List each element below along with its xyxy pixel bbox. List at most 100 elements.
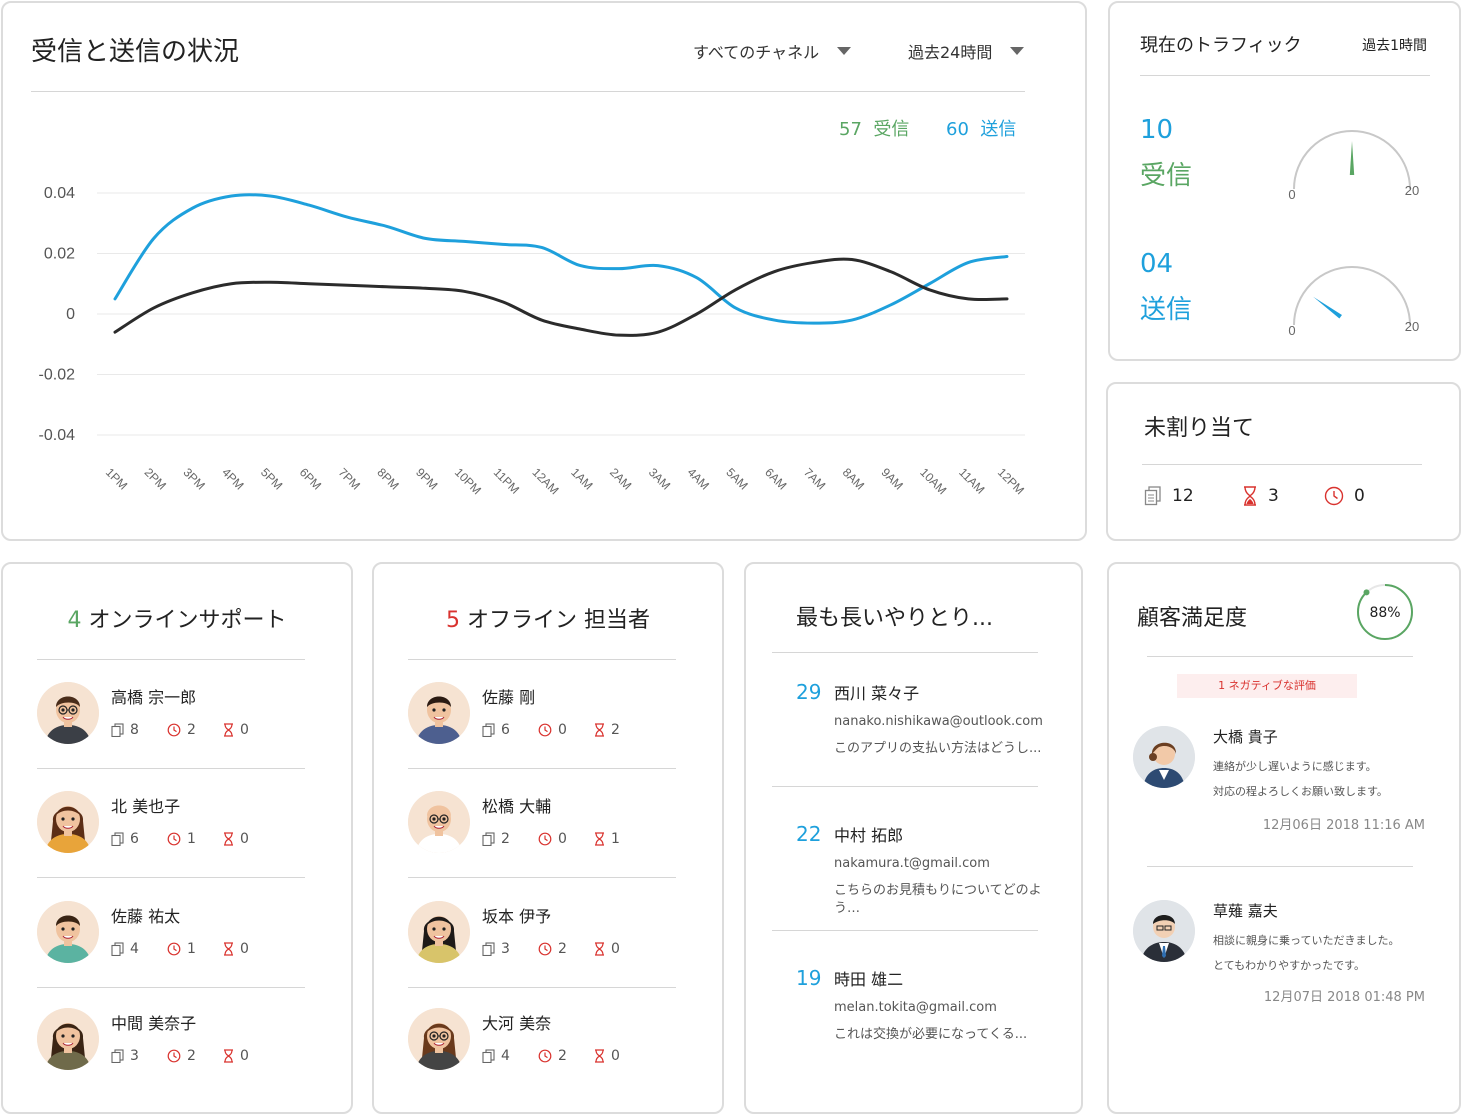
conversation-email: melan.tokita@gmail.com <box>834 1000 997 1015</box>
review-text: 相談に親身に乗っていただきました。 とてもわかりやすかったです。 <box>1213 928 1433 978</box>
hourglass-icon <box>224 1049 233 1063</box>
conversation-count: 22 <box>796 822 822 846</box>
clock-icon <box>167 832 181 846</box>
conversation-item[interactable]: 22 中村 拓郎 nakamura.t@gmail.com こちらのお見積もりに… <box>796 822 1061 932</box>
divider <box>1140 75 1430 76</box>
agent-clock-count: 2 <box>187 722 196 738</box>
agent-row[interactable]: 高橋 宗一郎 8 2 0 <box>37 682 327 782</box>
agent-wait-count: 1 <box>611 831 620 847</box>
hourglass-icon <box>595 832 604 846</box>
agent-wait-count: 0 <box>240 1048 249 1064</box>
x-tick-label: 4AM <box>685 465 712 492</box>
hourglass-icon <box>595 1049 604 1063</box>
agent-row[interactable]: 北 美也子 6 1 0 <box>37 791 327 891</box>
series-line-0 <box>113 193 1009 325</box>
document-icon <box>482 723 495 737</box>
gauge-max-label: 20 <box>1405 319 1419 334</box>
agent-clock-count: 1 <box>187 941 196 957</box>
x-tick-label: 5PM <box>258 465 285 492</box>
agent-name: 高橋 宗一郎 <box>111 688 197 707</box>
agent-wait-stat: 0 <box>223 831 279 847</box>
x-tick-label: 6AM <box>762 465 789 492</box>
clock-icon <box>538 942 552 956</box>
x-tick-label: 2PM <box>142 465 169 492</box>
agent-docs-stat: 4 <box>111 941 167 957</box>
clock-icon <box>167 942 181 956</box>
agent-clock-stat: 2 <box>167 1048 223 1064</box>
negative-review-badge[interactable]: 1 ネガティブな評価 <box>1177 674 1357 698</box>
agent-row[interactable]: 佐藤 祐太 4 1 0 <box>37 901 327 1001</box>
agent-clock-stat: 2 <box>538 1048 594 1064</box>
agent-clock-count: 2 <box>558 941 567 957</box>
agent-wait-stat: 0 <box>223 1048 279 1064</box>
agent-clock-count: 1 <box>187 831 196 847</box>
agent-clock-stat: 2 <box>538 941 594 957</box>
x-tick-label: 7AM <box>801 465 828 492</box>
avatar <box>1133 900 1195 962</box>
conversation-item[interactable]: 19 時田 雄二 melan.tokita@gmail.com これは交換が必要… <box>796 966 1061 1066</box>
avatar <box>1133 726 1195 788</box>
conversation-item[interactable]: 29 西川 菜々子 nanako.nishikawa@outlook.com こ… <box>796 680 1061 780</box>
incoming-label: 受信 <box>1140 161 1193 191</box>
document-icon <box>111 1049 124 1063</box>
agent-name: 坂本 伊予 <box>482 907 552 926</box>
document-icon <box>111 723 124 737</box>
online-support-card: 4 オンラインサポート 高橋 宗一郎 8 2 0 北 美也子 6 1 0 佐藤 祐太 4 1 0 中間 … <box>1 562 353 1114</box>
agent-clock-count: 0 <box>558 831 567 847</box>
x-tick-label: 7PM <box>336 465 363 492</box>
divider <box>37 987 305 988</box>
x-tick-label: 2AM <box>607 465 634 492</box>
current-traffic-title: 現在のトラフィック <box>1140 35 1302 56</box>
conversation-name: 西川 菜々子 <box>834 684 920 703</box>
incoming-value: 10 <box>1140 115 1174 145</box>
agent-docs-stat: 3 <box>111 1048 167 1064</box>
x-tick-label: 9PM <box>413 465 440 492</box>
agent-row[interactable]: 坂本 伊予 3 2 0 <box>408 901 698 1001</box>
clock-icon <box>538 832 552 846</box>
divider <box>1147 866 1413 867</box>
series-line-1 <box>113 257 1009 337</box>
unassigned-waiting: 3 <box>1242 486 1279 506</box>
review-name: 草薙 嘉夫 <box>1213 902 1278 920</box>
document-icon <box>482 832 495 846</box>
agent-docs-stat: 6 <box>482 722 538 738</box>
agent-wait-count: 0 <box>240 941 249 957</box>
conversation-count: 19 <box>796 966 822 990</box>
x-tick-label: 9AM <box>879 465 906 492</box>
review-date: 12月06日 2018 11:16 AM <box>1262 818 1425 833</box>
agent-docs-count: 3 <box>501 941 510 957</box>
agent-docs-count: 2 <box>501 831 510 847</box>
agent-row[interactable]: 大河 美奈 4 2 0 <box>408 1008 698 1108</box>
clock-icon <box>167 1049 181 1063</box>
hourglass-icon <box>224 723 233 737</box>
agent-docs-count: 6 <box>501 722 510 738</box>
unassigned-waiting-count: 3 <box>1268 486 1279 506</box>
x-tick-label: 11AM <box>956 465 987 496</box>
conversation-message: これは交換が必要になってくる... <box>834 1027 1028 1042</box>
agent-wait-count: 2 <box>611 722 620 738</box>
review-line: 連絡が少し遅いように感じます。 <box>1213 760 1377 773</box>
avatar <box>37 1008 99 1070</box>
agent-wait-stat: 0 <box>223 941 279 957</box>
traffic-chart-card: 受信と送信の状況 すべてのチャネル 過去24時間 57 受信 60 送信 0.0… <box>1 1 1087 541</box>
conversation-name: 時田 雄二 <box>834 970 904 989</box>
agent-row[interactable]: 佐藤 剛 6 0 2 <box>408 682 698 782</box>
x-tick-label: 1AM <box>568 465 595 492</box>
review-date: 12月07日 2018 01:48 PM <box>1263 990 1425 1005</box>
unassigned-clock: 0 <box>1324 486 1365 506</box>
agent-wait-count: 0 <box>240 722 249 738</box>
agent-row[interactable]: 松橋 大輔 2 0 1 <box>408 791 698 891</box>
x-tick-label: 3AM <box>646 465 673 492</box>
avatar <box>408 901 470 963</box>
agent-docs-count: 8 <box>130 722 139 738</box>
agent-stats: 4 2 0 <box>482 1048 650 1064</box>
y-tick-label: -0.02 <box>39 367 76 384</box>
avatar <box>408 1008 470 1070</box>
review-item[interactable]: 草薙 嘉夫 相談に親身に乗っていただきました。 とてもわかりやすかったです。 1… <box>1133 900 1439 1040</box>
agent-stats: 3 2 0 <box>111 1048 279 1064</box>
review-item[interactable]: 大橋 貴子 連絡が少し遅いように感じます。 対応の程よろしくお願い致します。 1… <box>1133 726 1439 866</box>
agent-name: 佐藤 祐太 <box>111 907 181 926</box>
conversation-email: nakamura.t@gmail.com <box>834 856 990 871</box>
agent-row[interactable]: 中間 美奈子 3 2 0 <box>37 1008 327 1108</box>
customer-satisfaction-card: 顧客満足度 88% 1 ネガティブな評価 大橋 貴子 連絡が少し遅いように感じま… <box>1107 562 1461 1114</box>
